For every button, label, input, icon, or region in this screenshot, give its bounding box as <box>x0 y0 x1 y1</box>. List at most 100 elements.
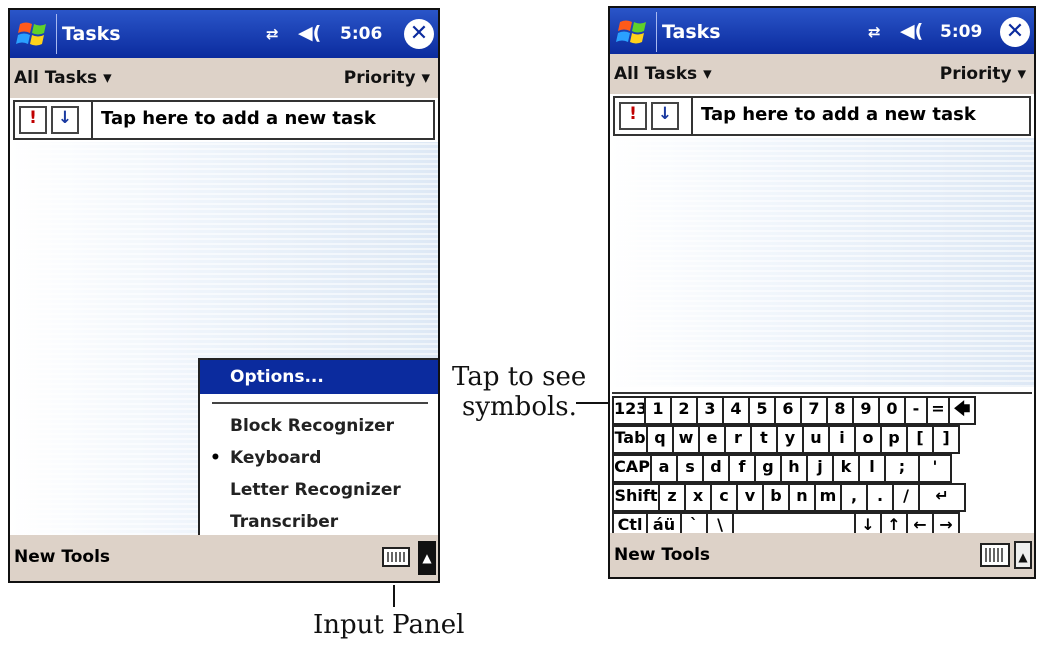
key[interactable]: [ <box>906 425 934 454</box>
key[interactable]: 0 <box>878 396 906 425</box>
menu-item-letter-recognizer[interactable]: Letter Recognizer <box>230 480 401 500</box>
key[interactable]: l <box>858 454 886 483</box>
key[interactable]: CAP <box>612 454 652 483</box>
menu-item-transcriber[interactable]: Transcriber <box>230 512 338 532</box>
key[interactable]: , <box>840 483 868 512</box>
clock[interactable]: 5:09 <box>940 22 982 42</box>
title-separator <box>656 12 657 52</box>
key[interactable]: p <box>880 425 908 454</box>
key[interactable]: g <box>754 454 782 483</box>
key[interactable]: w <box>672 425 700 454</box>
key[interactable]: ↵ <box>918 483 966 512</box>
key[interactable]: x <box>684 483 712 512</box>
volume-icon[interactable]: ◀︎( <box>900 20 923 42</box>
key[interactable]: e <box>698 425 726 454</box>
key[interactable]: 🡄 <box>948 396 976 425</box>
clock[interactable]: 5:06 <box>340 24 382 44</box>
key[interactable]: 6 <box>774 396 802 425</box>
keyboard-row-4: Shift z x c v b n m,. / ↵ <box>612 483 1032 512</box>
connectivity-icon[interactable]: ⇄ <box>868 23 881 41</box>
sip-arrow-icon[interactable]: ▲ <box>1014 541 1032 569</box>
title-bar: Tasks ⇄ ◀︎( 5:06 ✕ <box>10 10 438 58</box>
key[interactable]: s <box>676 454 704 483</box>
input-method-menu: Options... Block Recognizer • Keyboard L… <box>198 358 438 540</box>
task-list[interactable] <box>610 138 1034 387</box>
key[interactable]: 4 <box>722 396 750 425</box>
keyboard-row-1: 123 1 2 3 4 5 6 7 8 9 0- = 🡄 <box>612 396 1032 425</box>
menu-item-keyboard[interactable]: Keyboard <box>230 448 321 468</box>
key[interactable]: z <box>658 483 686 512</box>
menu-bar-labels[interactable]: New Tools <box>14 547 110 567</box>
key[interactable]: a <box>650 454 678 483</box>
key[interactable]: v <box>736 483 764 512</box>
key[interactable]: o <box>854 425 882 454</box>
key[interactable]: 3 <box>696 396 724 425</box>
soft-keyboard: 123 1 2 3 4 5 6 7 8 9 0- = 🡄 Tab q w e r t y u i o p[] CAP a s d f… <box>612 392 1032 541</box>
key[interactable]: d <box>702 454 730 483</box>
selected-bullet: • <box>210 448 221 468</box>
close-icon[interactable]: ✕ <box>1000 17 1030 47</box>
key[interactable]: / <box>892 483 920 512</box>
filter-bar: All Tasks ▾ Priority ▾ <box>610 54 1034 94</box>
key[interactable]: = <box>926 396 950 425</box>
filter-dropdown[interactable]: All Tasks ▾ <box>614 64 712 84</box>
key[interactable]: y <box>776 425 804 454</box>
filter-dropdown[interactable]: All Tasks ▾ <box>14 68 112 88</box>
key[interactable]: r <box>724 425 752 454</box>
volume-icon[interactable]: ◀︎( <box>298 22 321 44</box>
key[interactable]: b <box>762 483 790 512</box>
menu-bar-labels[interactable]: New Tools <box>614 545 710 565</box>
keyboard-icon[interactable] <box>382 547 410 567</box>
key[interactable]: u <box>802 425 830 454</box>
sort-dropdown[interactable]: Priority ▾ <box>940 64 1026 84</box>
sip-arrow-icon[interactable]: ▲ <box>418 541 436 575</box>
key[interactable]: k <box>832 454 860 483</box>
new-task-input[interactable]: Tap here to add a new task <box>91 102 433 138</box>
key[interactable]: q <box>646 425 674 454</box>
key[interactable]: 7 <box>800 396 828 425</box>
key[interactable]: . <box>866 483 894 512</box>
sort-dropdown[interactable]: Priority ▾ <box>344 68 430 88</box>
menu-item-block-recognizer[interactable]: Block Recognizer <box>230 416 394 436</box>
key[interactable]: Shift <box>612 483 660 512</box>
filter-bar: All Tasks ▾ Priority ▾ <box>10 58 438 98</box>
key[interactable]: h <box>780 454 808 483</box>
key[interactable]: ] <box>932 425 960 454</box>
key[interactable]: 2 <box>670 396 698 425</box>
sort-order-button[interactable]: ↓ <box>651 102 679 130</box>
key[interactable]: n <box>788 483 816 512</box>
key[interactable]: - <box>904 396 928 425</box>
key[interactable]: t <box>750 425 778 454</box>
input-panel-callout-line <box>393 585 395 607</box>
connectivity-icon[interactable]: ⇄ <box>266 25 279 43</box>
close-icon[interactable]: ✕ <box>404 19 434 49</box>
key[interactable]: Tab <box>612 425 648 454</box>
title-bar: Tasks ⇄ ◀︎( 5:09 ✕ <box>610 8 1034 54</box>
title-separator <box>56 14 57 54</box>
key[interactable]: 5 <box>748 396 776 425</box>
windows-start-icon[interactable] <box>616 18 652 46</box>
key[interactable]: 8 <box>826 396 854 425</box>
key[interactable]: 1 <box>644 396 672 425</box>
tap-symbols-annotation-line1: Tap to see <box>452 362 587 392</box>
key[interactable]: 9 <box>852 396 880 425</box>
key[interactable]: ' <box>918 454 952 483</box>
priority-button[interactable]: ! <box>619 102 647 130</box>
new-task-input[interactable]: Tap here to add a new task <box>691 98 1029 134</box>
windows-start-icon[interactable] <box>16 20 52 48</box>
priority-button[interactable]: ! <box>19 106 47 134</box>
key[interactable]: i <box>828 425 856 454</box>
app-title: Tasks <box>62 23 121 45</box>
key[interactable]: m <box>814 483 842 512</box>
sort-order-button[interactable]: ↓ <box>51 106 79 134</box>
keyboard-icon[interactable] <box>980 543 1010 567</box>
key[interactable]: 123 <box>612 396 646 425</box>
menu-divider <box>212 402 428 404</box>
key[interactable]: f <box>728 454 756 483</box>
key[interactable]: c <box>710 483 738 512</box>
key[interactable]: ; <box>884 454 920 483</box>
keyboard-row-2: Tab q w e r t y u i o p[] <box>612 425 1032 454</box>
key[interactable]: j <box>806 454 834 483</box>
new-task-bar: ! ↓ Tap here to add a new task <box>13 100 435 140</box>
menu-item-options[interactable]: Options... <box>200 360 438 394</box>
